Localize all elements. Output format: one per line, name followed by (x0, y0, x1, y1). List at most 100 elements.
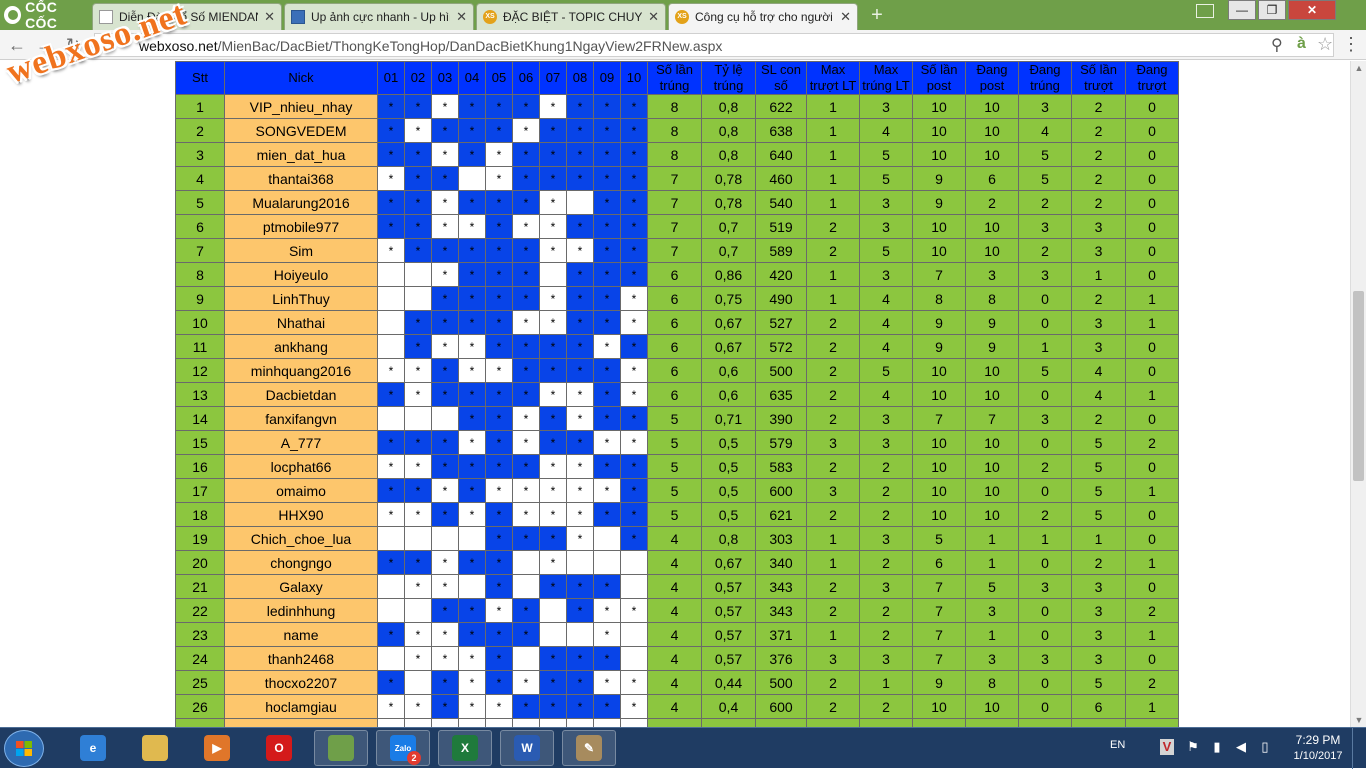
column-header: Số lần trúng (647, 61, 702, 95)
stat-cell: 303 (755, 526, 807, 551)
day-mark-cell: * (458, 694, 486, 719)
day-mark-cell: * (593, 670, 621, 695)
taskbar-app-zalo[interactable]: Zalo 2 (376, 730, 430, 766)
day-mark-cell: * (512, 478, 540, 503)
day-mark-cell (620, 550, 648, 575)
day-mark-cell: * (458, 118, 486, 143)
day-mark-cell: * (377, 478, 405, 503)
tab-upload[interactable]: Up ảnh cực nhanh - Up hình ✕ (284, 3, 474, 30)
scroll-up-icon[interactable]: ▲ (1351, 61, 1366, 75)
stat-cell: 4 (647, 598, 702, 623)
antivirus-icon[interactable]: V (1160, 739, 1174, 755)
volume-icon[interactable]: ◀ (1234, 739, 1248, 755)
scrollbar-thumb[interactable] (1353, 291, 1364, 481)
day-mark-cell: * (404, 430, 432, 455)
day-mark-cell: * (404, 646, 432, 671)
close-window-button[interactable]: ✕ (1288, 0, 1336, 20)
stat-cell: 1 (1125, 310, 1179, 335)
minimize-button[interactable]: — (1228, 0, 1256, 20)
day-mark-cell: * (593, 142, 621, 167)
stat-cell: 2 (806, 358, 860, 383)
day-mark-cell: * (539, 166, 567, 191)
stat-cell: 10 (965, 142, 1019, 167)
maximize-button[interactable]: ❐ (1258, 0, 1286, 20)
stat-cell: 0 (1125, 454, 1179, 479)
stat-cell: 2 (806, 406, 860, 431)
stat-cell: 1 (806, 94, 860, 119)
stat-cell: 10 (965, 358, 1019, 383)
flag-icon[interactable]: ⚑ (1186, 739, 1200, 755)
vertical-scrollbar[interactable]: ▲ ▼ (1350, 61, 1366, 727)
reload-icon[interactable]: ↻ (62, 34, 84, 56)
menu-icon[interactable]: ⋮ (1342, 32, 1360, 56)
excel-icon: X (452, 735, 478, 761)
stat-cell: 0,5 (701, 478, 756, 503)
stat-cell: 2 (806, 694, 860, 719)
stat-cell: 3 (1071, 598, 1126, 623)
taskbar-app-excel[interactable]: X (438, 730, 492, 766)
stat-cell: 3 (859, 646, 913, 671)
close-icon[interactable]: ✕ (648, 9, 659, 25)
day-mark-cell: * (620, 118, 648, 143)
zoom-icon[interactable]: ⚲ (1271, 35, 1283, 55)
stat-cell: 0,67 (701, 334, 756, 359)
close-icon[interactable]: ✕ (456, 9, 467, 25)
stat-cell: 0,5 (701, 430, 756, 455)
day-mark-cell: * (566, 502, 594, 527)
battery-icon[interactable]: ▯ (1258, 739, 1272, 755)
taskbar-app-internet-explorer[interactable]: e (66, 730, 120, 766)
tab-topic[interactable]: XS ĐẶC BIỆT - TOPIC CHUYÊN ✕ (476, 3, 666, 30)
stat-cell: 1 (806, 550, 860, 575)
back-arrow-icon[interactable]: ← (6, 34, 28, 56)
stat-cell: 1 (965, 622, 1019, 647)
stat-cell: 3 (859, 430, 913, 455)
show-desktop-button[interactable] (1352, 728, 1366, 769)
translate-icon[interactable]: à (1297, 35, 1306, 53)
stat-cell: 9 (912, 334, 966, 359)
new-tab-button[interactable]: + (866, 5, 888, 25)
scroll-down-icon[interactable]: ▼ (1351, 713, 1366, 727)
day-mark-cell (539, 598, 567, 623)
stat-cell: 1 (1071, 262, 1126, 287)
language-indicator[interactable]: EN (1110, 739, 1125, 751)
bookmark-star-icon[interactable]: ☆ (1317, 34, 1333, 55)
table-row: 23 name * * * * * * * 4 0,57 371 1 2 7 1 0 3 1 (175, 622, 1179, 647)
taskbar-app-opera[interactable]: O (252, 730, 306, 766)
taskbar-app-paint[interactable]: ✎ (562, 730, 616, 766)
nick-cell (224, 718, 378, 727)
forward-arrow-icon[interactable]: → (34, 34, 56, 56)
day-mark-cell: * (404, 214, 432, 239)
signal-icon[interactable]: ▮ (1210, 739, 1224, 755)
stat-cell: 2 (806, 670, 860, 695)
user-icon[interactable] (1196, 4, 1214, 18)
day-mark-cell (431, 526, 459, 551)
tab-forum[interactable]: Diễn Đàn Xổ Số MIENDAN ✕ (92, 3, 282, 30)
stat-cell: 9 (912, 190, 966, 215)
stat-cell: 1 (1125, 622, 1179, 647)
day-mark-cell: * (593, 502, 621, 527)
clock-date[interactable]: 1/10/2017 (1286, 750, 1350, 762)
taskbar-app-coccoc[interactable] (314, 730, 368, 766)
stat-cell: 3 (859, 262, 913, 287)
start-button[interactable] (4, 730, 44, 767)
day-mark-cell: * (404, 454, 432, 479)
stat-cell: 572 (755, 334, 807, 359)
address-bar[interactable]: webxoso.net/MienBac/DacBiet/ThongKeTongH… (94, 33, 1334, 57)
day-mark-cell: * (431, 574, 459, 599)
taskbar-app-word[interactable]: W (500, 730, 554, 766)
tab-title: Diễn Đàn Xổ Số MIENDAN (119, 10, 259, 24)
day-mark-cell: * (458, 310, 486, 335)
taskbar-app-file-explorer[interactable] (128, 730, 182, 766)
close-icon[interactable]: ✕ (840, 9, 851, 25)
day-mark-cell: * (431, 478, 459, 503)
url-text[interactable]: webxoso.net/MienBac/DacBiet/ThongKeTongH… (139, 38, 722, 54)
stat-cell: 1 (806, 142, 860, 167)
tab-active-tool[interactable]: XS Công cụ hỗ trợ cho người ✕ (668, 3, 858, 30)
taskbar-app-media-player[interactable]: ▶ (190, 730, 244, 766)
day-mark-cell: * (377, 430, 405, 455)
day-mark-cell (404, 526, 432, 551)
stat-cell: 0,6 (701, 382, 756, 407)
clock-time[interactable]: 7:29 PM (1290, 733, 1346, 747)
close-icon[interactable]: ✕ (264, 9, 275, 25)
browser-brand[interactable]: CỐC CỐC (0, 0, 90, 31)
